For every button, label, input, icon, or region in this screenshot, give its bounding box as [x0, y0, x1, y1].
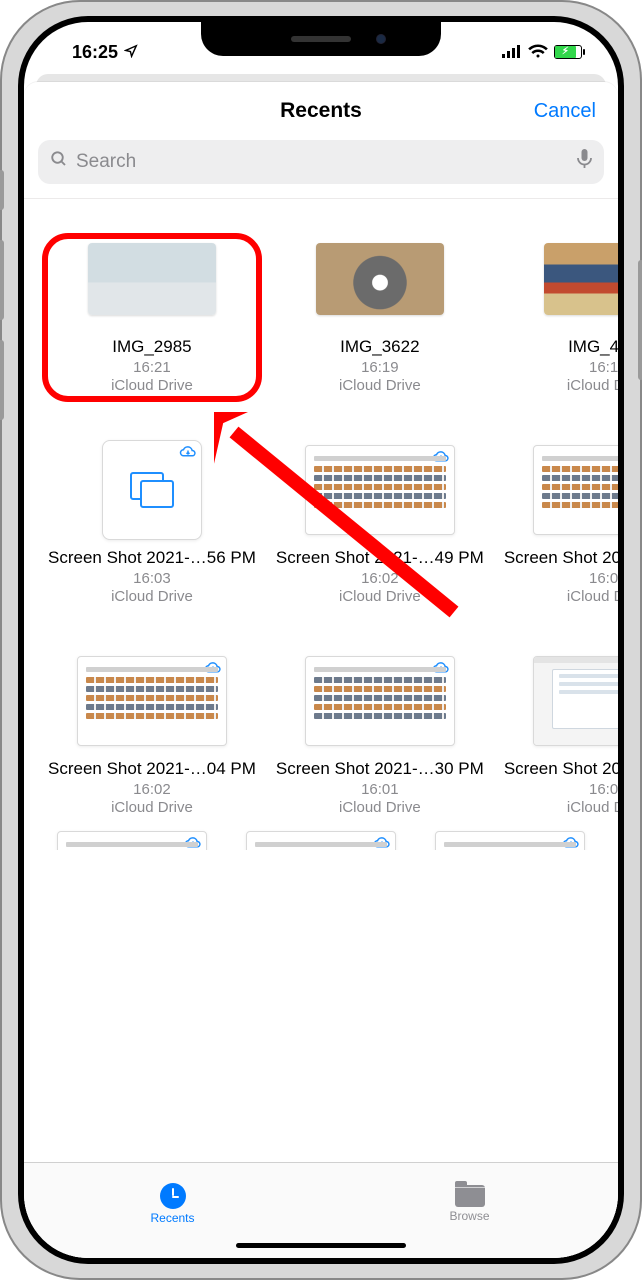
search-field[interactable] — [38, 140, 604, 184]
file-location: iCloud Drive — [276, 377, 484, 394]
tab-bar: Recents Browse — [24, 1162, 618, 1258]
file-thumbnail — [544, 243, 618, 315]
location-arrow-icon — [124, 42, 138, 63]
file-time: 16:00 — [504, 781, 618, 798]
tab-label: Browse — [449, 1209, 489, 1223]
file-name: IMG_2985 — [48, 337, 256, 357]
file-thumbnail — [57, 831, 207, 850]
file-name: Screen Shot 2021-…52 PM — [504, 759, 618, 779]
file-thumbnail — [77, 656, 227, 746]
search-input[interactable] — [76, 151, 569, 173]
device-volume-down — [0, 340, 4, 420]
file-thumbnail — [305, 656, 455, 746]
file-time: 16:19 — [276, 359, 484, 376]
device-volume-up — [0, 240, 4, 320]
file-name: Screen Shot 2021-…29 PM — [504, 548, 618, 568]
file-name: Screen Shot 2021-…49 PM — [276, 548, 484, 568]
file-item[interactable]: IMG_2985 16:21 iCloud Drive — [48, 229, 256, 394]
file-item[interactable]: Screen Shot 2021-…52 PM 16:00 iCloud Dri… — [504, 651, 618, 816]
file-location: iCloud Drive — [504, 588, 618, 605]
file-time: 16:02 — [276, 570, 484, 587]
cancel-button[interactable]: Cancel — [534, 100, 596, 123]
file-location: iCloud Drive — [276, 588, 484, 605]
file-location: iCloud Drive — [48, 588, 256, 605]
file-grid: IMG_2985 16:21 iCloud Drive IMG_3622 16:… — [24, 199, 618, 826]
cloud-download-icon — [179, 445, 197, 463]
device-frame: 16:25 ⚡︎ — [0, 0, 642, 1280]
file-time: 16:01 — [276, 781, 484, 798]
file-thumbnail — [88, 243, 216, 315]
file-grid-partial-row — [24, 826, 618, 850]
file-location: iCloud Drive — [48, 799, 256, 816]
battery-icon: ⚡︎ — [554, 45, 582, 59]
file-thumbnail — [305, 445, 455, 535]
wifi-icon — [528, 42, 548, 63]
file-item[interactable]: IMG_3622 16:19 iCloud Drive — [276, 229, 484, 394]
file-location: iCloud Drive — [48, 377, 256, 394]
cellular-signal-icon — [502, 42, 522, 63]
file-thumbnail — [533, 656, 618, 746]
file-time: 16:16 — [504, 359, 618, 376]
tab-label: Recents — [150, 1211, 194, 1225]
device-notch — [201, 22, 441, 56]
file-time: 16:03 — [48, 570, 256, 587]
file-name: Screen Shot 2021-…04 PM — [48, 759, 256, 779]
file-item[interactable]: Screen Shot 2021-…49 PM 16:02 iCloud Dri… — [276, 440, 484, 605]
window-stack-icon — [130, 472, 174, 508]
screen: 16:25 ⚡︎ — [24, 22, 618, 1258]
file-location: iCloud Drive — [276, 799, 484, 816]
tab-recents[interactable]: Recents — [24, 1163, 321, 1238]
file-name: IMG_3622 — [276, 337, 484, 357]
file-item[interactable]: IMG_4477 16:16 iCloud Drive — [504, 229, 618, 394]
file-time: 16:21 — [48, 359, 256, 376]
file-item[interactable]: Screen Shot 2021-…30 PM 16:01 iCloud Dri… — [276, 651, 484, 816]
page-title: Recents — [280, 99, 362, 123]
file-thumbnail — [246, 831, 396, 850]
folder-icon — [455, 1185, 485, 1207]
file-name: IMG_4477 — [504, 337, 618, 357]
file-time: 16:02 — [48, 781, 256, 798]
file-name: Screen Shot 2021-…30 PM — [276, 759, 484, 779]
file-thumbnail — [435, 831, 585, 850]
file-name: Screen Shot 2021-…56 PM — [48, 548, 256, 568]
clock-icon — [160, 1183, 186, 1209]
device-mute-switch — [0, 170, 4, 210]
file-location: iCloud Drive — [504, 377, 618, 394]
file-location: iCloud Drive — [504, 799, 618, 816]
file-item[interactable]: Screen Shot 2021-…56 PM 16:03 iCloud Dri… — [48, 440, 256, 605]
file-thumbnail — [533, 445, 618, 535]
microphone-icon[interactable] — [577, 149, 592, 175]
device-power-button — [638, 260, 642, 380]
file-thumbnail — [102, 440, 202, 540]
file-item[interactable]: Screen Shot 2021-…29 PM 16:02 iCloud Dri… — [504, 440, 618, 605]
tab-browse[interactable]: Browse — [321, 1163, 618, 1238]
home-indicator[interactable] — [236, 1243, 406, 1248]
file-thumbnail — [316, 243, 444, 315]
navigation-bar: Recents Cancel — [24, 82, 618, 140]
search-icon — [50, 150, 68, 174]
file-item[interactable]: Screen Shot 2021-…04 PM 16:02 iCloud Dri… — [48, 651, 256, 816]
status-time: 16:25 — [72, 42, 118, 63]
file-picker-sheet: Recents Cancel — [24, 82, 618, 1258]
file-time: 16:02 — [504, 570, 618, 587]
